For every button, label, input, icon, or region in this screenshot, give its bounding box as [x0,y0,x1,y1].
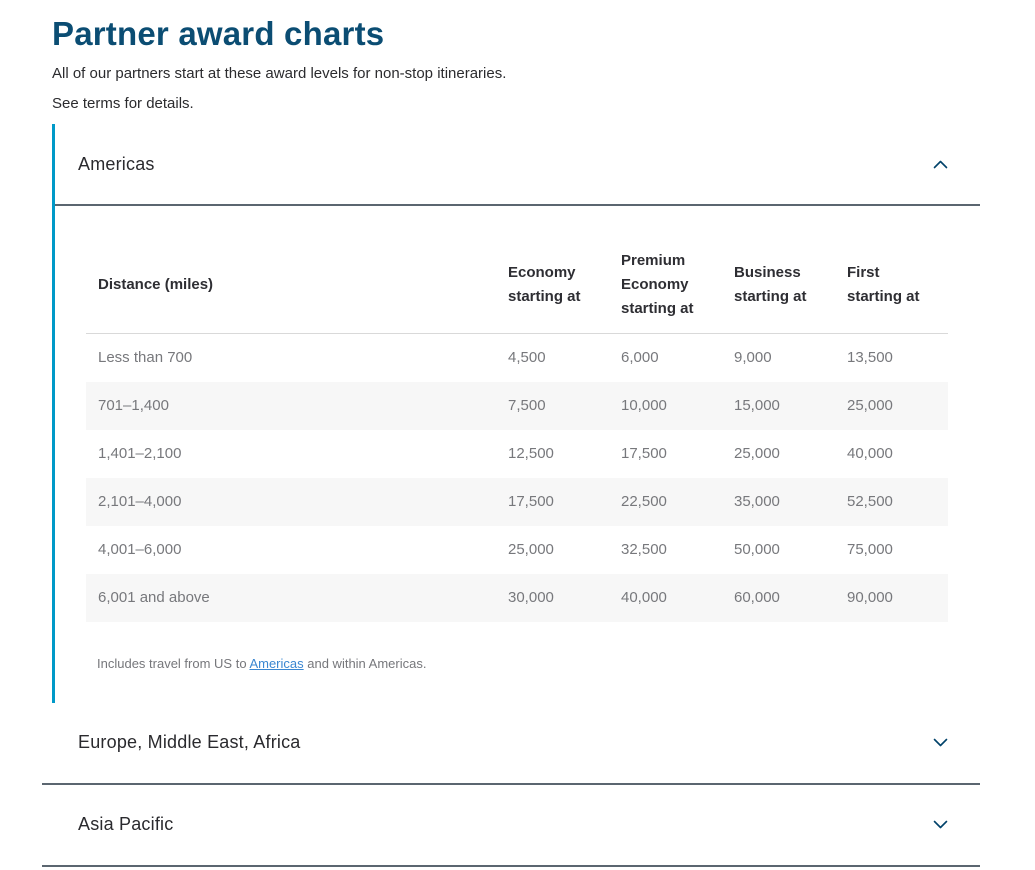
distance-cell: 6,001 and above [86,574,496,622]
chevron-down-icon[interactable] [933,820,948,829]
footnote-prefix: Includes travel from US to [97,656,249,671]
accordion-header-asia-pacific[interactable]: Asia Pacific [42,785,980,867]
distance-cell: Less than 700 [86,334,496,382]
first-cell: 90,000 [835,574,948,622]
premium-cell: 10,000 [609,382,722,430]
page-title: Partner award charts [52,12,1035,56]
distance-cell: 701–1,400 [86,382,496,430]
first-cell: 25,000 [835,382,948,430]
business-cell: 60,000 [722,574,835,622]
distance-cell: 4,001–6,000 [86,526,496,574]
accordion-header-americas[interactable]: Americas [55,124,980,206]
business-cell: 25,000 [722,430,835,478]
americas-panel: Distance (miles) Economy starting at Pre… [55,206,980,703]
premium-cell: 40,000 [609,574,722,622]
economy-cell: 4,500 [496,334,609,382]
page-subtitle-line2: See terms for details. [52,92,1035,116]
premium-cell: 32,500 [609,526,722,574]
first-cell: 13,500 [835,334,948,382]
award-charts-accordion: Americas Distance (miles) Economy st [42,124,980,867]
table-row: 1,401–2,100 12,500 17,500 25,000 40,000 [86,430,948,478]
economy-cell: 25,000 [496,526,609,574]
footnote-suffix: and within Americas. [304,656,427,671]
americas-award-table: Distance (miles) Economy starting at Pre… [86,237,948,622]
table-row: 6,001 and above 30,000 40,000 60,000 90,… [86,574,948,622]
americas-footnote: Includes travel from US to Americas and … [97,656,980,671]
economy-cell: 17,500 [496,478,609,526]
business-cell: 50,000 [722,526,835,574]
col-header-economy: Economy starting at [496,237,609,334]
col-header-distance: Distance (miles) [86,237,496,334]
col-header-first: First starting at [835,237,948,334]
chevron-down-icon[interactable] [933,738,948,747]
partner-award-charts-page: Partner award charts All of our partners… [0,0,1035,867]
page-header: Partner award charts All of our partners… [0,12,1035,116]
economy-cell: 7,500 [496,382,609,430]
premium-cell: 6,000 [609,334,722,382]
table-row: 701–1,400 7,500 10,000 15,000 25,000 [86,382,948,430]
distance-cell: 2,101–4,000 [86,478,496,526]
economy-cell: 30,000 [496,574,609,622]
premium-cell: 22,500 [609,478,722,526]
table-row: 4,001–6,000 25,000 32,500 50,000 75,000 [86,526,948,574]
chevron-up-icon[interactable] [933,160,948,169]
premium-cell: 17,500 [609,430,722,478]
accordion-label-europe-middle-east-africa: Europe, Middle East, Africa [78,732,301,753]
first-cell: 75,000 [835,526,948,574]
first-cell: 52,500 [835,478,948,526]
accordion-section-americas: Americas Distance (miles) Economy st [52,124,980,703]
col-header-business: Business starting at [722,237,835,334]
americas-link[interactable]: Americas [249,656,303,671]
col-header-premium-economy: Premium Economy starting at [609,237,722,334]
table-row: Less than 700 4,500 6,000 9,000 13,500 [86,334,948,382]
accordion-label-americas: Americas [78,154,155,175]
distance-cell: 1,401–2,100 [86,430,496,478]
accordion-label-asia-pacific: Asia Pacific [78,814,173,835]
economy-cell: 12,500 [496,430,609,478]
business-cell: 35,000 [722,478,835,526]
table-row: 2,101–4,000 17,500 22,500 35,000 52,500 [86,478,948,526]
first-cell: 40,000 [835,430,948,478]
page-subtitle-line1: All of our partners start at these award… [52,62,1035,86]
accordion-header-europe-middle-east-africa[interactable]: Europe, Middle East, Africa [42,703,980,785]
business-cell: 15,000 [722,382,835,430]
business-cell: 9,000 [722,334,835,382]
table-header-row: Distance (miles) Economy starting at Pre… [86,237,948,334]
